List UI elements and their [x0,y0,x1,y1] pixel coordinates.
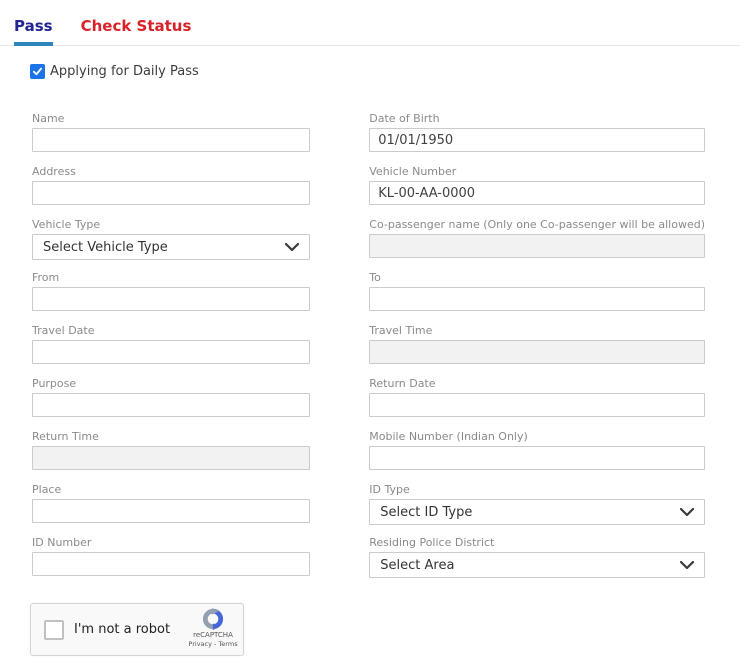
field-date-of-birth: Date of Birth [369,112,705,165]
field-label-return-date: Return Date [369,377,705,390]
input-name[interactable] [32,128,310,152]
field-label-residing-police-district: Residing Police District [369,536,705,549]
field-travel-date: Travel Date [32,324,310,377]
recaptcha-checkbox[interactable] [44,620,64,640]
select-residing-police-district[interactable]: Select Area [369,552,705,578]
input-id-number[interactable] [32,552,310,576]
input-co-passenger-name [369,234,705,258]
field-travel-time: Travel Time [369,324,705,377]
recaptcha-label: I'm not a robot [74,622,170,637]
recaptcha-privacy-terms[interactable]: Privacy - Terms [188,640,237,648]
select-id-type[interactable]: Select ID Type [369,499,705,525]
field-label-vehicle-number: Vehicle Number [369,165,705,178]
field-return-time: Return Time [32,430,310,483]
input-return-date[interactable] [369,393,705,417]
input-purpose[interactable] [32,393,310,417]
input-mobile-number[interactable] [369,446,705,470]
field-from: From [32,271,310,324]
check-icon [32,66,43,77]
form-column-left: Name Address Vehicle Type Select Vehicle Ty… [32,112,310,589]
tab-pass[interactable]: Pass [14,17,53,45]
tab-pass-label: Pass [14,17,53,35]
recaptcha-logo-text: reCAPTCHA [193,631,233,639]
field-label-co-passenger-name: Co-passenger name (Only one Co-passenger… [369,218,705,231]
field-label-to: To [369,271,705,284]
form-column-right: Date of Birth Vehicle Number Co-passenger … [369,112,705,589]
input-address[interactable] [32,181,310,205]
field-id-type: ID Type Select ID Type [369,483,705,536]
field-place: Place [32,483,310,536]
field-address: Address [32,165,310,218]
chevron-down-icon [680,508,694,516]
recaptcha-icon [202,608,224,630]
pass-form: Name Address Vehicle Type Select Vehicle Ty… [32,112,705,589]
recaptcha-widget: I'm not a robot reCAPTCHA Privacy - Term… [30,603,244,656]
field-label-mobile-number: Mobile Number (Indian Only) [369,430,705,443]
field-return-date: Return Date [369,377,705,430]
input-travel-time [369,340,705,364]
field-label-vehicle-type: Vehicle Type [32,218,310,231]
field-label-return-time: Return Time [32,430,310,443]
field-vehicle-type: Vehicle Type Select Vehicle Type [32,218,310,271]
field-label-id-number: ID Number [32,536,310,549]
field-label-from: From [32,271,310,284]
chevron-down-icon [680,561,694,569]
field-mobile-number: Mobile Number (Indian Only) [369,430,705,483]
field-label-travel-time: Travel Time [369,324,705,337]
field-label-purpose: Purpose [32,377,310,390]
daily-pass-label: Applying for Daily Pass [50,64,199,79]
tab-bar: Pass Check Status [0,0,740,45]
daily-pass-checkbox[interactable] [30,64,45,79]
chevron-down-icon [285,243,299,251]
field-to: To [369,271,705,324]
field-label-travel-date: Travel Date [32,324,310,337]
field-label-name: Name [32,112,310,125]
field-purpose: Purpose [32,377,310,430]
input-travel-date[interactable] [32,340,310,364]
select-value-vehicle-type: Select Vehicle Type [43,240,168,255]
recaptcha-logo: reCAPTCHA Privacy - Terms [189,608,237,648]
input-place[interactable] [32,499,310,523]
select-vehicle-type[interactable]: Select Vehicle Type [32,234,310,260]
active-tab-indicator [14,42,53,46]
field-co-passenger-name: Co-passenger name (Only one Co-passenger… [369,218,705,271]
tab-header: Pass Check Status [0,0,740,46]
input-to[interactable] [369,287,705,311]
field-name: Name [32,112,310,165]
field-label-date-of-birth: Date of Birth [369,112,705,125]
select-value-id-type: Select ID Type [380,505,472,520]
field-residing-police-district: Residing Police District Select Area [369,536,705,589]
daily-pass-row: Applying for Daily Pass [30,63,740,80]
input-vehicle-number[interactable] [369,181,705,205]
field-label-place: Place [32,483,310,496]
field-id-number: ID Number [32,536,310,589]
input-from[interactable] [32,287,310,311]
tab-check-status[interactable]: Check Status [81,17,192,45]
field-label-id-type: ID Type [369,483,705,496]
input-return-time [32,446,310,470]
input-date-of-birth[interactable] [369,128,705,152]
tab-check-status-label: Check Status [81,17,192,35]
field-label-address: Address [32,165,310,178]
select-value-residing-police-district: Select Area [380,558,454,573]
field-vehicle-number: Vehicle Number [369,165,705,218]
